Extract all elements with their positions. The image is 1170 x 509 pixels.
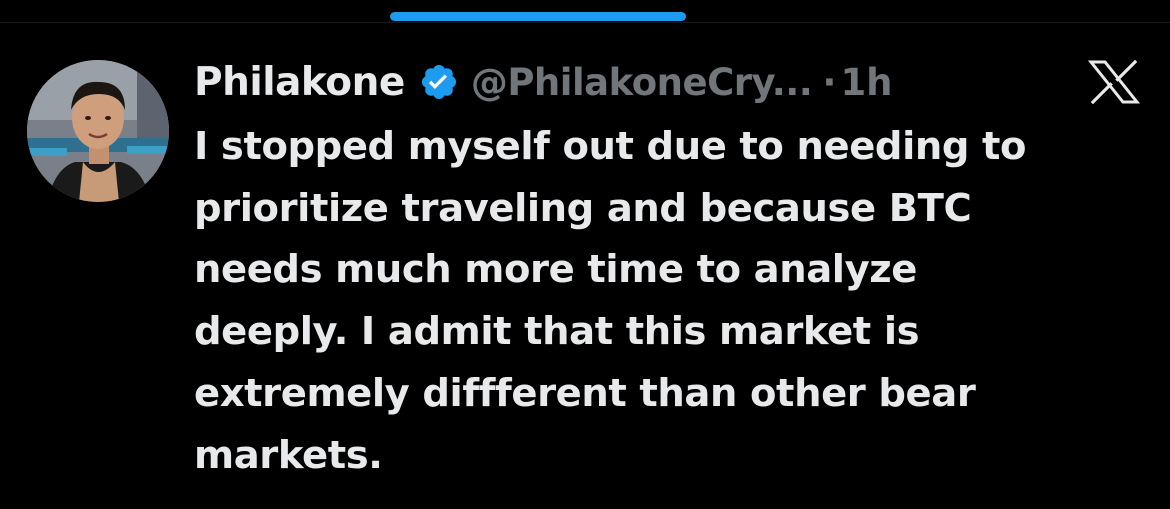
tweet-text-line: prioritize traveling and because BTC — [194, 185, 972, 231]
tweet[interactable]: Philakone @PhilakoneCry... · 1h I stoppe… — [194, 56, 1094, 486]
tweet-text-line: deeply. I admit that this market is — [194, 309, 920, 355]
tweet-header: Philakone @PhilakoneCry... · 1h — [194, 56, 1094, 108]
separator-dot: · — [822, 60, 837, 104]
tweet-text-line: I stopped myself out due to needing to — [194, 124, 1027, 169]
tweet-text-line: markets. — [194, 432, 383, 478]
tweet-text-line: extremely diffferent than other bear — [194, 370, 976, 416]
display-name[interactable]: Philakone — [194, 60, 405, 105]
top-divider — [0, 22, 1170, 23]
user-handle[interactable]: @PhilakoneCry... — [471, 61, 813, 104]
avatar[interactable] — [27, 60, 169, 202]
tweet-text: I stopped myself out due to needing to p… — [194, 116, 1094, 486]
x-logo-icon[interactable] — [1087, 59, 1141, 105]
timestamp[interactable]: 1h — [840, 61, 892, 104]
tweet-text-line: needs much more time to analyze — [194, 247, 918, 293]
verified-badge-icon — [419, 62, 459, 102]
loading-progress-bar — [390, 12, 686, 21]
